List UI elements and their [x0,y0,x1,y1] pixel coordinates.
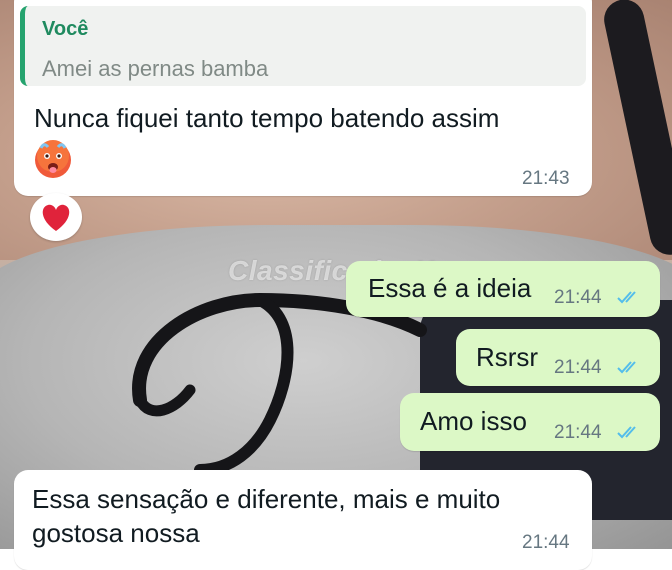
message-text: Nunca fiquei tanto tempo batendo assim [34,103,500,133]
outgoing-message-bubble[interactable]: Rsrsr 21:44 [456,329,660,386]
message-time: 21:44 [554,422,602,443]
quoted-message[interactable]: Você Amei as pernas bamba [20,6,586,86]
incoming-message-bubble[interactable]: Você Amei as pernas bamba Nunca fiquei t… [14,0,592,196]
read-receipt-icon [617,291,636,304]
message-time: 21:44 [522,532,570,553]
message-text: Rsrsr [476,342,539,372]
outgoing-message-bubble[interactable]: Amo isso 21:44 [400,393,660,451]
message-time: 21:44 [554,357,602,378]
message-time: 21:44 [554,287,602,308]
quote-author: Você [42,18,89,40]
outgoing-message-bubble[interactable]: Essa é a ideia 21:44 [346,261,660,317]
message-time: 21:43 [522,168,570,189]
message-text-line-1: Essa sensação e diferente, mais e muito [32,484,501,514]
read-receipt-icon [617,426,636,439]
heart-icon [42,204,70,231]
message-reaction[interactable] [30,193,82,241]
incoming-message-bubble[interactable]: Essa sensação e diferente, mais e muito … [14,470,592,570]
quote-text: Amei as pernas bamba [42,56,269,81]
message-text: Essa é a ideia [368,273,532,303]
hot-face-emoji-icon [35,140,71,178]
read-receipt-icon [617,361,636,374]
message-text-line-2: gostosa nossa [32,518,200,548]
message-text: Amo isso [420,406,527,436]
